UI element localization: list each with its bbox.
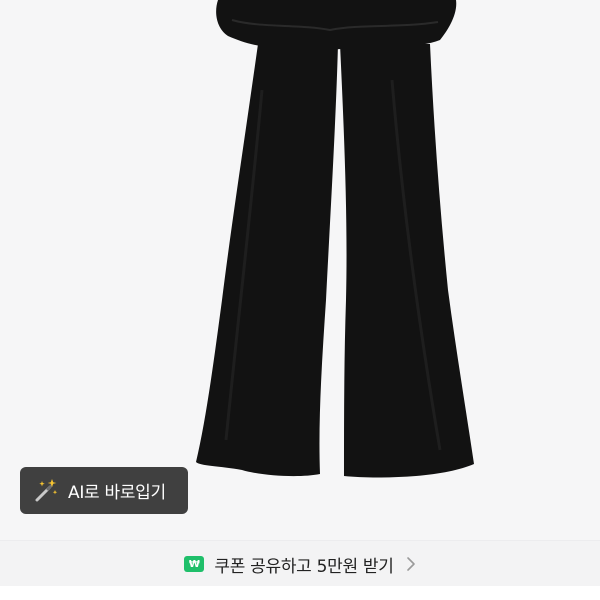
bottom-divider <box>0 586 600 600</box>
coupon-share-text: 쿠폰 공유하고 5만원 받기 <box>214 556 394 577</box>
ai-try-on-label: AI로 바로입기 <box>68 483 166 503</box>
chevron-right-icon <box>406 557 415 571</box>
product-image[interactable] <box>0 0 600 540</box>
product-detail-page: AI로 바로입기 ₩ 쿠폰 공유하고 5만원 받기 <box>0 0 600 600</box>
ai-try-on-button[interactable]: AI로 바로입기 <box>20 467 188 514</box>
won-badge-icon: ₩ <box>184 556 205 572</box>
coupon-share-banner[interactable]: ₩ 쿠폰 공유하고 5만원 받기 <box>0 540 600 587</box>
magic-wand-icon <box>35 478 58 501</box>
